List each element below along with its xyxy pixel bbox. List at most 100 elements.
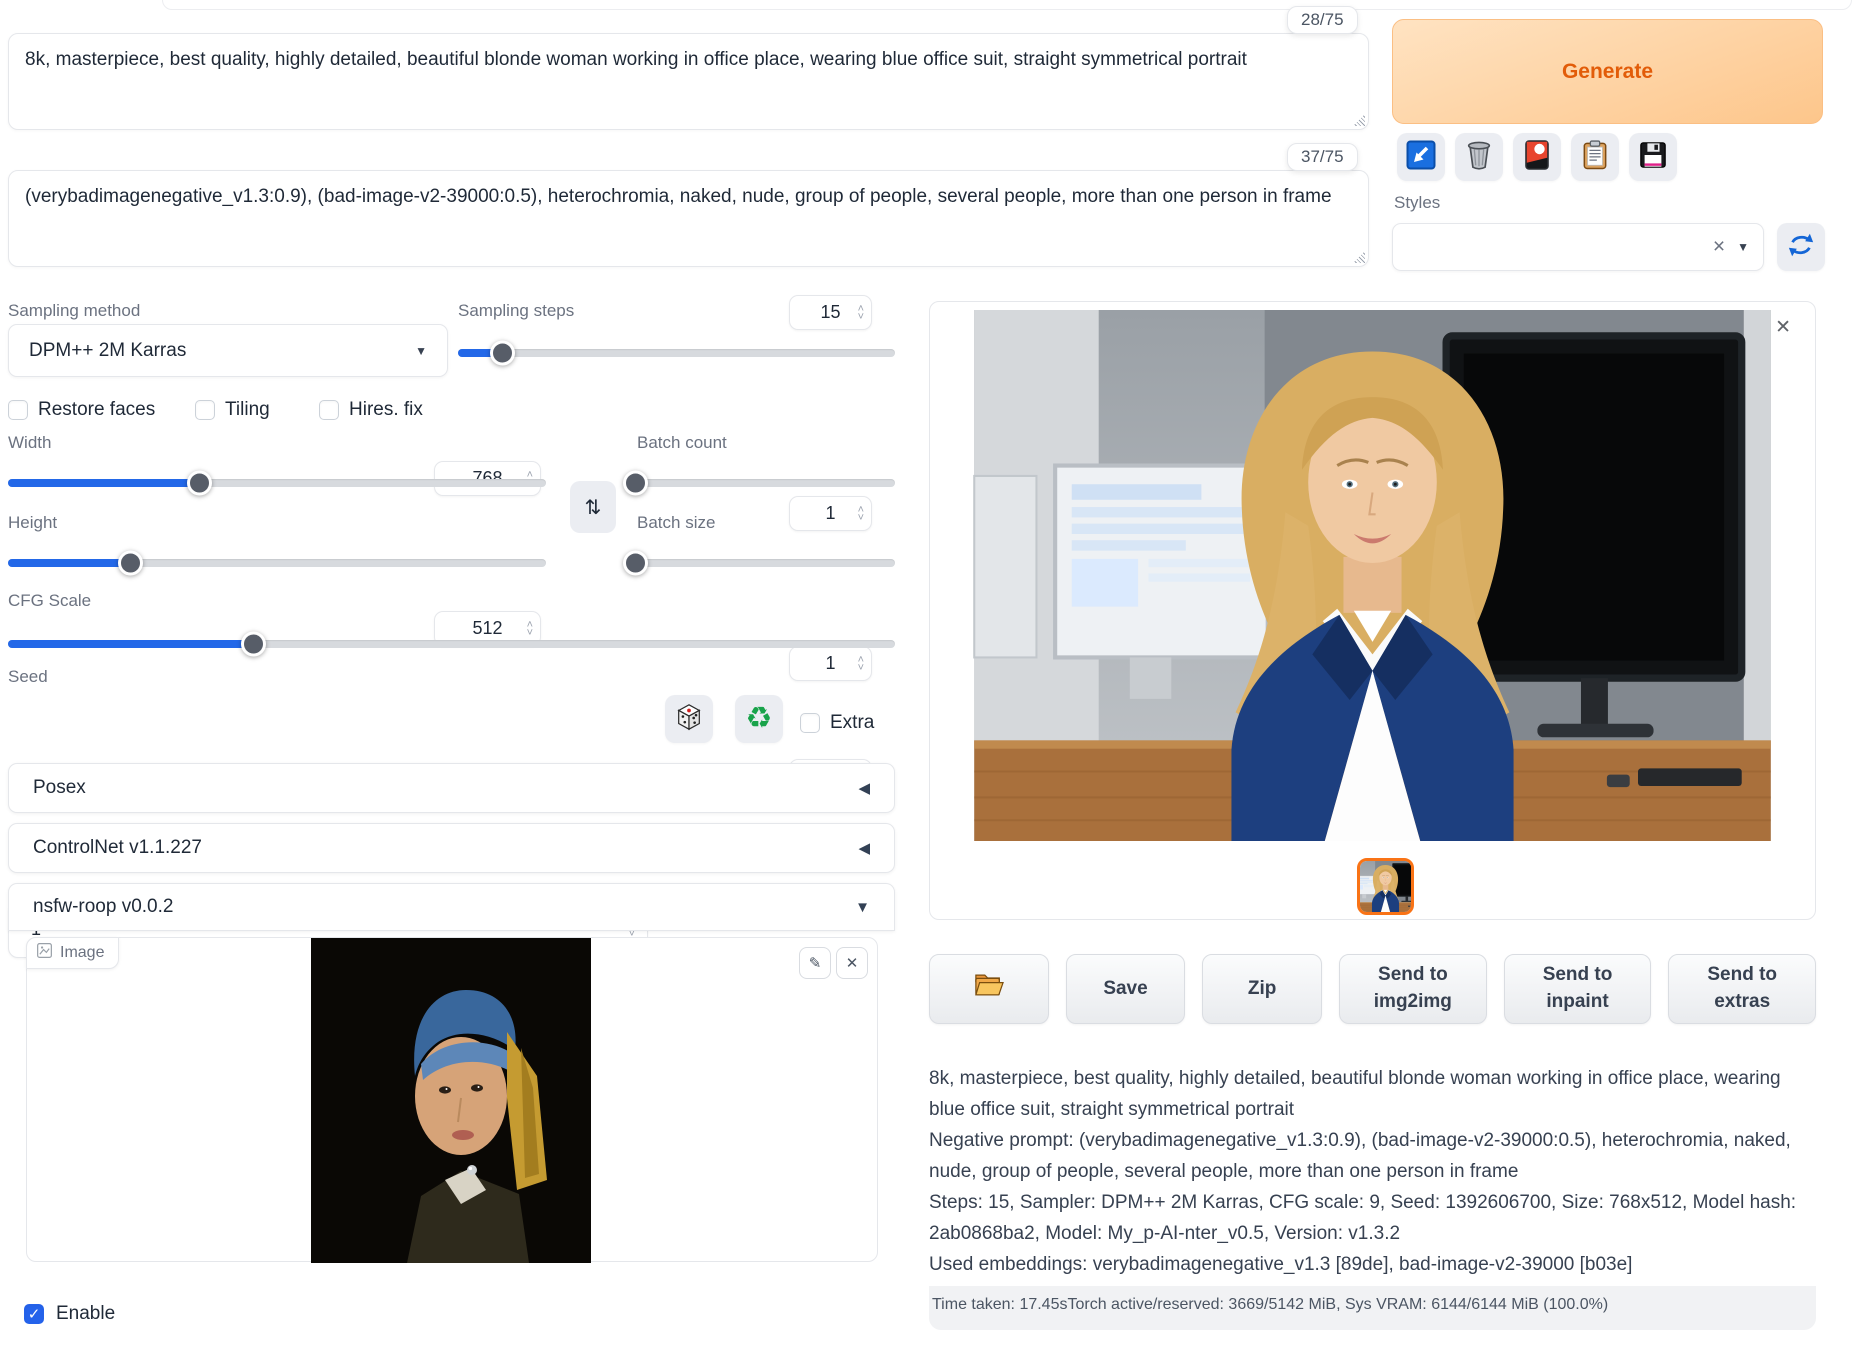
prompt-token-counter: 28/75 [1287, 6, 1358, 34]
floppy-disk-icon [1639, 141, 1667, 174]
batch-size-number[interactable]: 1 ˄˅ [789, 646, 872, 681]
extra-checkbox[interactable] [800, 713, 820, 733]
send-to-extras-button[interactable]: Send to extras [1668, 954, 1816, 1024]
stepper-arrows[interactable]: ˄˅ [858, 506, 864, 522]
batch-size-slider[interactable] [635, 559, 895, 567]
sampling-steps-value: 15 [820, 302, 840, 323]
txt2img-page: 8k, masterpiece, best quality, highly de… [0, 0, 1865, 1346]
slider-handle[interactable] [623, 551, 648, 576]
batch-count-number[interactable]: 1 ˄˅ [789, 496, 872, 531]
sampling-method-value: DPM++ 2M Karras [29, 340, 186, 362]
slider-handle[interactable] [118, 551, 143, 576]
seed-label: Seed [8, 667, 48, 687]
check-icon: ✓ [28, 1305, 41, 1323]
height-slider[interactable] [8, 559, 546, 567]
sampling-steps-number[interactable]: 15 ˄˅ [789, 295, 872, 330]
styles-dropdown[interactable]: × ▼ [1392, 223, 1764, 271]
cfg-scale-slider[interactable] [8, 640, 895, 648]
accordion-title: ControlNet v1.1.227 [33, 837, 202, 859]
negative-prompt-input[interactable]: (verybadimagenegative_v1.3:0.9), (bad-im… [8, 170, 1369, 267]
slider-handle[interactable] [490, 341, 515, 366]
top-toolbar-edge [162, 0, 1852, 10]
enable-checkbox[interactable]: ✓ [24, 1304, 44, 1324]
hires-fix-checkbox[interactable] [319, 400, 339, 420]
cfg-scale-label: CFG Scale [8, 591, 91, 611]
accordion-title: nsfw-roop v0.0.2 [33, 896, 173, 918]
save-style-button[interactable] [1629, 133, 1677, 181]
clear-prompt-button[interactable] [1455, 133, 1503, 181]
open-folder-button[interactable] [929, 954, 1049, 1024]
batch-count-value: 1 [825, 503, 835, 524]
stepper-arrows[interactable]: ˄˅ [858, 656, 864, 672]
send-to-inpaint-button[interactable]: Send to inpaint [1504, 954, 1652, 1024]
accordion-roop[interactable]: nsfw-roop v0.0.2 ▼ [8, 883, 895, 931]
sampling-method-dropdown[interactable]: DPM++ 2M Karras ▼ [8, 324, 448, 377]
hires-fix-option[interactable]: Hires. fix [319, 399, 423, 421]
remove-image-button[interactable]: ✕ [836, 947, 868, 979]
clear-styles-icon[interactable]: × [1713, 235, 1725, 259]
chevron-left-icon: ◀ [858, 779, 870, 797]
random-seed-button[interactable] [665, 695, 713, 743]
tiling-checkbox[interactable] [195, 400, 215, 420]
stepper-arrows[interactable]: ˄˅ [527, 621, 533, 637]
generation-info: 8k, masterpiece, best quality, highly de… [929, 1063, 1813, 1280]
extra-networks-button[interactable] [1513, 133, 1561, 181]
stepper-arrows[interactable]: ˄˅ [858, 305, 864, 321]
close-preview-icon[interactable]: ✕ [1775, 316, 1791, 339]
width-slider[interactable] [8, 479, 546, 487]
width-label: Width [8, 433, 51, 453]
slider-handle[interactable] [623, 471, 648, 496]
roop-reference-image[interactable] [311, 938, 591, 1263]
sampling-steps-slider[interactable] [458, 349, 895, 357]
batch-size-value: 1 [825, 653, 835, 674]
gallery-thumbnail-selected[interactable] [1357, 858, 1414, 915]
swap-dimensions-button[interactable]: ⇅ [570, 481, 616, 533]
restore-faces-label: Restore faces [38, 399, 155, 421]
generate-button[interactable]: Generate [1392, 19, 1823, 124]
zip-button[interactable]: Zip [1202, 954, 1322, 1024]
paste-generation-params-button[interactable] [1397, 133, 1445, 181]
sampling-method-label: Sampling method [8, 301, 140, 321]
chevron-left-icon: ◀ [858, 839, 870, 857]
send-to-img2img-button[interactable]: Send to img2img [1339, 954, 1487, 1024]
slider-fill [8, 479, 199, 487]
refresh-arrows-icon [1787, 231, 1815, 264]
accordion-controlnet[interactable]: ControlNet v1.1.227 ◀ [8, 823, 895, 873]
roop-image-dropzone[interactable]: Image ✎ ✕ [26, 937, 878, 1262]
restore-faces-checkbox[interactable] [8, 400, 28, 420]
batch-count-label: Batch count [637, 433, 727, 453]
generated-image[interactable] [973, 310, 1772, 841]
refresh-styles-button[interactable] [1777, 223, 1825, 271]
info-params-line: Steps: 15, Sampler: DPM++ 2M Karras, CFG… [929, 1187, 1813, 1249]
pencil-icon: ✎ [809, 954, 822, 972]
slider-handle[interactable] [187, 471, 212, 496]
sampling-steps-label: Sampling steps [458, 301, 574, 321]
extra-seed-option[interactable]: Extra [800, 712, 874, 734]
reuse-seed-button[interactable]: ♻ [735, 695, 783, 743]
styles-input[interactable] [1407, 236, 1713, 259]
edit-image-button[interactable]: ✎ [799, 947, 831, 979]
accordion-posex[interactable]: Posex ◀ [8, 763, 895, 813]
hires-fix-label: Hires. fix [349, 399, 423, 421]
trash-icon [1465, 140, 1493, 175]
save-button[interactable]: Save [1066, 954, 1186, 1024]
styles-label: Styles [1394, 193, 1440, 213]
tiling-label: Tiling [225, 399, 270, 421]
chevron-down-icon[interactable]: ▼ [1737, 240, 1749, 254]
dice-icon [674, 702, 704, 737]
extra-label: Extra [830, 712, 874, 734]
height-value: 512 [472, 618, 502, 639]
batch-count-slider[interactable] [635, 479, 895, 487]
tiling-option[interactable]: Tiling [195, 399, 270, 421]
slider-handle[interactable] [241, 632, 266, 657]
restore-faces-option[interactable]: Restore faces [8, 399, 155, 421]
height-label: Height [8, 513, 57, 533]
chevron-down-icon: ▼ [415, 344, 427, 358]
accordion-title: Posex [33, 777, 86, 799]
prompt-input[interactable]: 8k, masterpiece, best quality, highly de… [8, 33, 1369, 130]
roop-enable-option[interactable]: ✓ Enable [24, 1303, 115, 1325]
slider-fill [8, 559, 130, 567]
info-prompt-line: 8k, masterpiece, best quality, highly de… [929, 1063, 1813, 1125]
performance-footer: Time taken: 17.45sTorch active/reserved:… [929, 1286, 1816, 1330]
apply-styles-button[interactable] [1571, 133, 1619, 181]
